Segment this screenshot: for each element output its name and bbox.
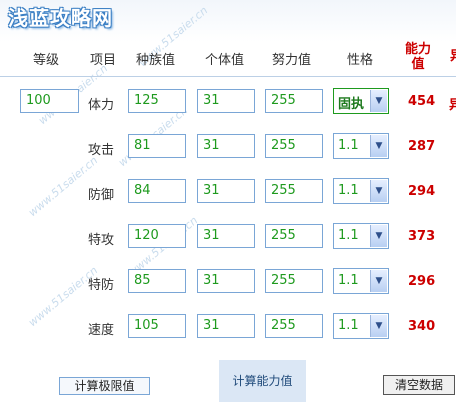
row-label-sp-def: 特防 <box>88 278 115 293</box>
chevron-down-icon[interactable]: ▼ <box>370 315 387 337</box>
result-speed: 340 <box>408 319 436 334</box>
header-edge: 异 <box>450 49 456 64</box>
base-input-sp-def[interactable]: 85 <box>128 269 186 293</box>
base-input-attack[interactable]: 81 <box>128 134 186 158</box>
nature-value: 1.1 <box>338 318 359 333</box>
chevron-down-icon[interactable]: ▼ <box>370 180 387 202</box>
header-iv: 个体值 <box>205 53 245 68</box>
header-result-line1: 能力 <box>405 42 432 57</box>
base-input-speed[interactable]: 105 <box>128 314 186 338</box>
row-label-defense: 防御 <box>88 188 115 203</box>
nature-select-defense[interactable]: 1.1 ▼ <box>333 178 389 204</box>
iv-input-speed[interactable]: 31 <box>197 314 255 338</box>
chevron-down-icon[interactable]: ▼ <box>370 270 387 292</box>
chevron-down-icon[interactable]: ▼ <box>370 135 387 157</box>
clear-button[interactable]: 清空数据 <box>383 375 455 395</box>
nature-select-attack[interactable]: 1.1 ▼ <box>333 133 389 159</box>
iv-input-defense[interactable]: 31 <box>197 179 255 203</box>
result-defense: 294 <box>408 184 436 199</box>
iv-input-sp-def[interactable]: 31 <box>197 269 255 293</box>
row-label-attack: 攻击 <box>88 143 115 158</box>
chevron-down-icon[interactable]: ▼ <box>370 225 387 247</box>
nature-value: 1.1 <box>338 228 359 243</box>
header-base-stat: 种族值 <box>136 53 176 68</box>
ev-input-attack[interactable]: 255 <box>265 134 323 158</box>
header-level: 等级 <box>33 53 60 68</box>
result-sp-atk: 373 <box>408 229 436 244</box>
calc-stats-button[interactable]: 计算能力值 <box>219 360 306 402</box>
result-sp-def: 296 <box>408 274 436 289</box>
header-nature: 性格 <box>347 53 374 68</box>
nature-value: 1.1 <box>338 138 359 153</box>
header-ev: 努力值 <box>272 53 312 68</box>
base-input-hp[interactable]: 125 <box>128 89 186 113</box>
iv-input-attack[interactable]: 31 <box>197 134 255 158</box>
ev-input-hp[interactable]: 255 <box>265 89 323 113</box>
nature-select-speed[interactable]: 1.1 ▼ <box>333 313 389 339</box>
header-item: 项目 <box>90 53 117 68</box>
nature-select-sp-def[interactable]: 1.1 ▼ <box>333 268 389 294</box>
row-label-speed: 速度 <box>88 323 115 338</box>
edge-marker: 异 <box>449 98 456 113</box>
nature-value: 1.1 <box>338 273 359 288</box>
site-logo: 浅蓝攻略网 <box>8 6 113 30</box>
nature-value: 固执 <box>338 93 365 112</box>
header-result: 能力 值 <box>405 42 431 72</box>
iv-input-sp-atk[interactable]: 31 <box>197 224 255 248</box>
ev-input-sp-atk[interactable]: 255 <box>265 224 323 248</box>
level-input[interactable]: 100 <box>20 89 79 113</box>
header-divider <box>0 76 456 77</box>
base-input-sp-atk[interactable]: 120 <box>128 224 186 248</box>
header-result-line2: 值 <box>411 57 425 72</box>
iv-input-hp[interactable]: 31 <box>197 89 255 113</box>
result-attack: 287 <box>408 139 436 154</box>
nature-select-sp-atk[interactable]: 1.1 ▼ <box>333 223 389 249</box>
nature-value: 1.1 <box>338 183 359 198</box>
base-input-defense[interactable]: 84 <box>128 179 186 203</box>
chevron-down-icon[interactable]: ▼ <box>370 90 387 112</box>
row-label-hp: 体力 <box>88 98 115 113</box>
row-label-sp-atk: 特攻 <box>88 233 115 248</box>
ev-input-sp-def[interactable]: 255 <box>265 269 323 293</box>
result-hp: 454 <box>408 94 436 109</box>
ev-input-speed[interactable]: 255 <box>265 314 323 338</box>
calc-limit-button[interactable]: 计算极限值 <box>59 377 150 395</box>
nature-select-hp[interactable]: 固执 ▼ <box>333 88 389 114</box>
ev-input-defense[interactable]: 255 <box>265 179 323 203</box>
